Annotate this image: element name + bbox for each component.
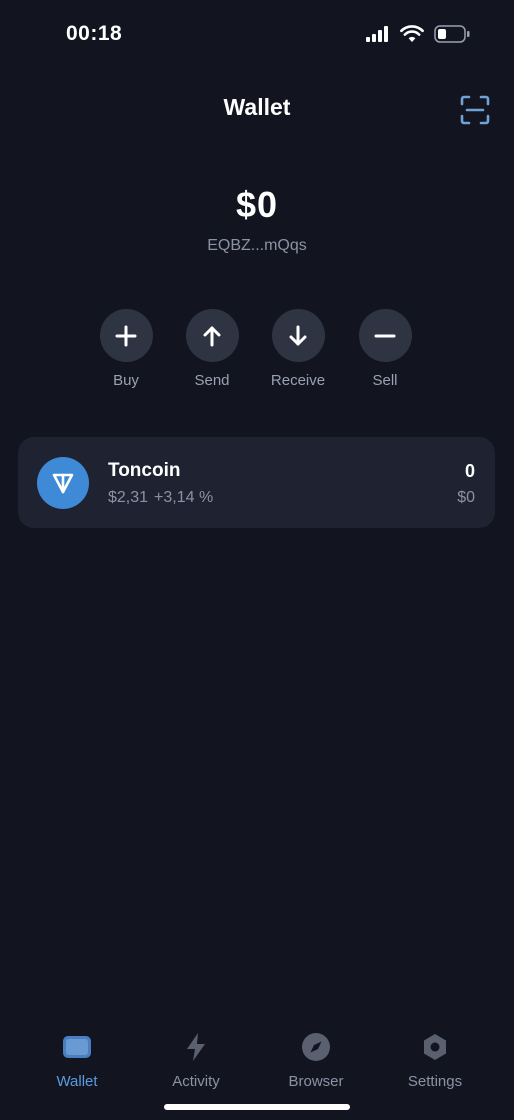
tab-wallet-icon-wrap xyxy=(62,1032,92,1062)
arrow-up-icon xyxy=(203,326,221,346)
sell-button-circle xyxy=(358,309,412,362)
token-price-line: $2,31 +3,14 % xyxy=(108,489,213,507)
send-button[interactable]: Send xyxy=(172,309,252,389)
cellular-signal-icon xyxy=(366,26,388,42)
tab-activity[interactable]: Activity xyxy=(146,1032,246,1090)
gear-icon xyxy=(424,1034,446,1060)
tab-activity-icon-wrap xyxy=(181,1032,211,1062)
tab-wallet[interactable]: Wallet xyxy=(27,1032,127,1090)
receive-label: Receive xyxy=(270,372,326,389)
sell-label: Sell xyxy=(372,372,398,389)
status-bar: 00:18 xyxy=(0,0,514,70)
tab-browser-label: Browser xyxy=(288,1073,344,1090)
send-button-circle xyxy=(185,309,239,362)
toncoin-logo-icon xyxy=(52,473,74,494)
buy-button[interactable]: Buy xyxy=(86,309,166,389)
sell-button[interactable]: Sell xyxy=(345,309,425,389)
wallet-icon xyxy=(63,1036,91,1058)
token-change: +3,14 % xyxy=(154,489,214,506)
battery-icon xyxy=(434,25,470,43)
toncoin-logo xyxy=(37,457,89,509)
wallet-address[interactable]: EQBZ...mQqs xyxy=(0,237,514,255)
minus-icon xyxy=(374,334,396,337)
lightning-icon xyxy=(187,1033,205,1061)
tab-browser[interactable]: Browser xyxy=(266,1032,366,1090)
buy-button-circle xyxy=(99,309,153,362)
home-indicator xyxy=(164,1104,350,1110)
send-label: Send xyxy=(194,372,230,389)
receive-button[interactable]: Receive xyxy=(258,309,338,389)
arrow-down-icon xyxy=(289,325,307,345)
total-balance: $0 xyxy=(235,184,279,225)
tab-settings-label: Settings xyxy=(407,1073,463,1090)
scan-icon xyxy=(460,95,490,125)
token-name: Toncoin xyxy=(108,460,181,481)
tab-settings[interactable]: Settings xyxy=(385,1032,485,1090)
scan-qr-button[interactable] xyxy=(460,95,490,125)
tab-activity-label: Activity xyxy=(172,1073,220,1090)
page-title: Wallet xyxy=(223,94,291,120)
token-value: $0 xyxy=(457,489,475,506)
tab-browser-icon-wrap xyxy=(301,1032,331,1062)
plus-icon xyxy=(115,325,137,346)
status-icons xyxy=(366,25,470,43)
status-time: 00:18 xyxy=(66,22,123,45)
token-amount: 0 xyxy=(464,461,475,481)
compass-icon xyxy=(302,1033,330,1061)
tab-wallet-label: Wallet xyxy=(56,1073,98,1090)
buy-label: Buy xyxy=(113,372,139,389)
tab-settings-icon-wrap xyxy=(420,1032,450,1062)
wifi-icon xyxy=(400,25,424,42)
receive-button-circle xyxy=(271,309,325,362)
token-price: $2,31 xyxy=(108,489,149,506)
token-row-toncoin[interactable]: Toncoin $2,31 +3,14 % 0 $0 xyxy=(18,437,495,528)
